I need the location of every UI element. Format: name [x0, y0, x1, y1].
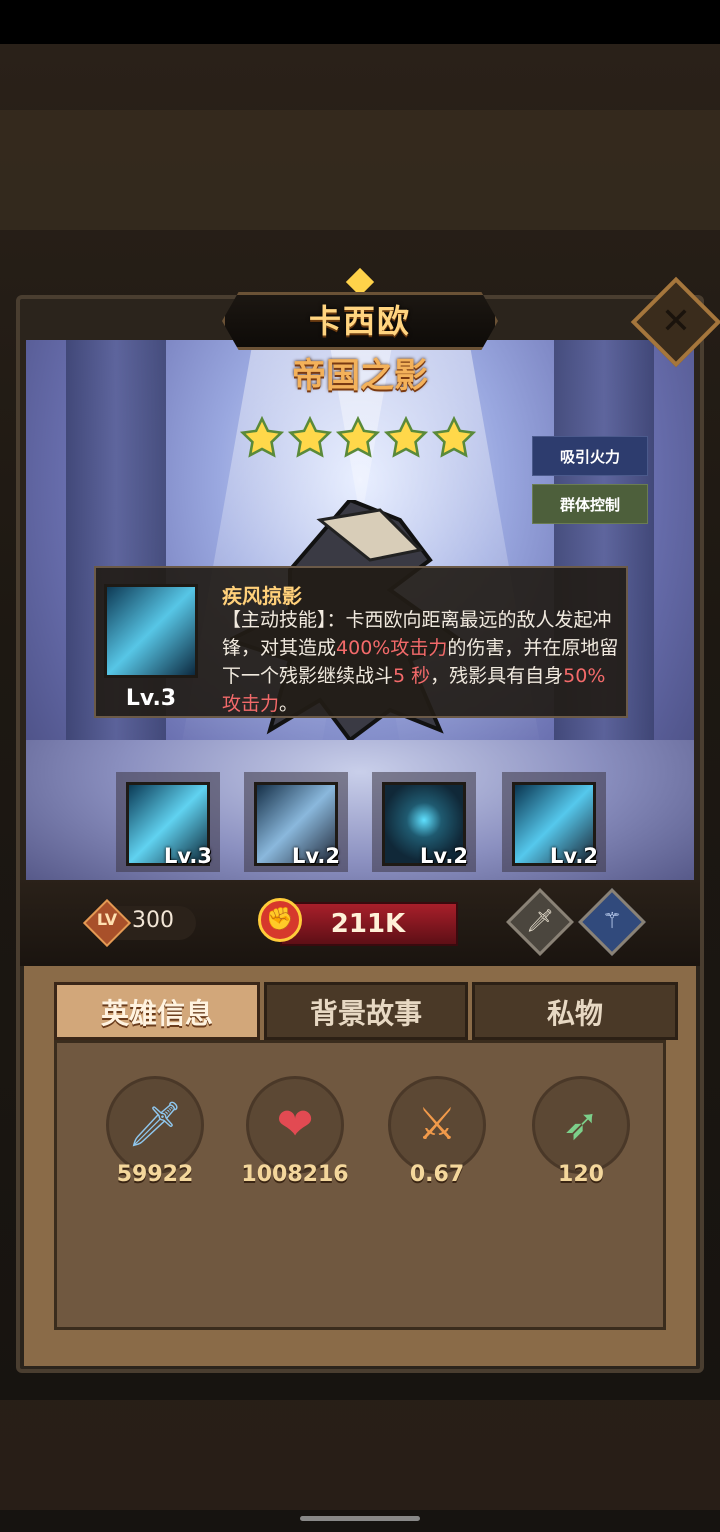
- staff-icon[interactable]: ⚚: [588, 898, 636, 946]
- stat-range: ➶ 120: [526, 1076, 636, 1196]
- skill-level: Lv.2: [292, 844, 340, 868]
- hero-title: 帝国之影: [292, 356, 428, 396]
- star-icon: [432, 416, 476, 458]
- tab-hero-info[interactable]: 英雄信息: [54, 982, 260, 1040]
- skill-slot-2[interactable]: Lv.2: [244, 772, 348, 872]
- stat-value: 0.67: [409, 1162, 465, 1187]
- skill-tooltip-level: Lv.3: [125, 686, 177, 711]
- star-icon: [336, 416, 380, 458]
- skill-tooltip-description: 【主动技能】：卡西欧向距离最远的敌人发起冲锋，对其造成400%攻击力的伤害，并在…: [222, 606, 622, 718]
- description-text: ，残影具有自身: [430, 665, 564, 687]
- stat-attack: 🗡 59922: [100, 1076, 210, 1196]
- attack-speed-icon: ⚔: [417, 1099, 457, 1150]
- skill-level: Lv.3: [164, 844, 212, 868]
- skill-tooltip-icon: [104, 584, 198, 678]
- dagger-icon[interactable]: 🗡: [516, 898, 564, 946]
- close-icon[interactable]: ✕: [644, 290, 708, 354]
- skill-tooltip-name: 疾风掠影: [222, 584, 302, 608]
- star-icon: [240, 416, 284, 458]
- combat-power: 211K: [330, 909, 406, 939]
- fist-glyph: ✊: [266, 907, 294, 932]
- description-highlight: 400%攻击力: [336, 637, 448, 659]
- level-badge-label: LV: [96, 910, 118, 929]
- skill-slot-1[interactable]: Lv.3: [116, 772, 220, 872]
- home-indicator[interactable]: [300, 1516, 420, 1521]
- star-rating: [240, 416, 480, 460]
- star-icon: [384, 416, 428, 458]
- status-bar: [0, 0, 720, 44]
- skill-slot-3[interactable]: Lv.2: [372, 772, 476, 872]
- hero-level: 300: [132, 908, 174, 933]
- stat-value: 59922: [116, 1162, 194, 1187]
- stat-attack-speed: ⚔ 0.67: [382, 1076, 492, 1196]
- skill-level: Lv.2: [550, 844, 598, 868]
- stat-value: 120: [558, 1162, 604, 1187]
- tab-personal-item[interactable]: 私物: [472, 982, 678, 1040]
- skill-level: Lv.2: [420, 844, 468, 868]
- sword-icon: 🗡: [127, 1099, 183, 1150]
- stat-value: 1008216: [241, 1162, 349, 1187]
- background-bottom-nav: [0, 1400, 720, 1510]
- background-top-bar: [0, 110, 720, 230]
- hero-tag-taunt: 吸引火力: [532, 436, 648, 476]
- stat-health: ❤ 1008216: [240, 1076, 350, 1196]
- skill-slot-4[interactable]: Lv.2: [502, 772, 606, 872]
- description-highlight: 5 秒: [393, 665, 431, 687]
- description-text: 。: [279, 693, 299, 715]
- tab-background-story[interactable]: 背景故事: [264, 982, 468, 1040]
- hero-name: 卡西欧: [308, 302, 411, 340]
- star-icon: [288, 416, 332, 458]
- heart-icon: ❤: [276, 1099, 314, 1150]
- hero-tag-crowd-control: 群体控制: [532, 484, 648, 524]
- arrow-range-icon: ➶: [562, 1099, 600, 1150]
